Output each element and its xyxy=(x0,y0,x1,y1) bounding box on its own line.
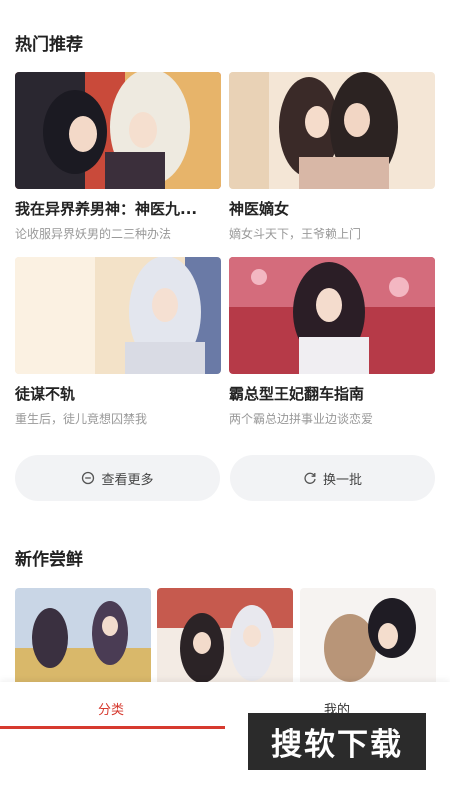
watermark-logo: 搜软下载 xyxy=(248,713,426,770)
comic-description: 论收服异界妖男的二三种办法 xyxy=(15,227,172,241)
comic-title[interactable]: 徒谋不轨 xyxy=(15,383,215,404)
comic-card[interactable]: 神医嫡女 嫡女斗天下，王爷赖上门 xyxy=(229,72,435,242)
comic-description: 两个霸总边拼事业边谈恋爱 xyxy=(229,412,374,426)
comic-card[interactable]: 我在异界养男神：神医九... 论收服异界妖男的二三种办法 xyxy=(15,72,221,242)
comic-description: 嫡女斗天下，王爷赖上门 xyxy=(229,227,362,241)
refresh-label: 换一批 xyxy=(322,472,362,488)
comic-title[interactable]: 霸总型王妃翻车指南 xyxy=(229,383,429,404)
comic-cover-image[interactable] xyxy=(229,72,435,189)
new-comic-cover[interactable] xyxy=(157,588,293,688)
view-more-label: 查看更多 xyxy=(101,472,154,488)
tab-category[interactable]: 分类 xyxy=(98,699,124,718)
comic-title[interactable]: 我在异界养男神：神医九... xyxy=(15,198,215,219)
active-tab-indicator xyxy=(0,726,225,729)
new-comic-cover[interactable] xyxy=(15,588,151,688)
comic-title[interactable]: 神医嫡女 xyxy=(229,198,429,219)
comic-description: 重生后，徒儿竟想囚禁我 xyxy=(15,412,148,426)
view-more-icon xyxy=(81,471,95,485)
refresh-icon xyxy=(303,471,317,485)
section-title-hot: 热门推荐 xyxy=(15,35,83,55)
comic-card[interactable]: 霸总型王妃翻车指南 两个霸总边拼事业边谈恋爱 xyxy=(229,257,435,427)
refresh-batch-button[interactable]: 换一批 xyxy=(230,455,435,501)
comic-cover-image[interactable] xyxy=(229,257,435,374)
section-title-new: 新作尝鲜 xyxy=(15,550,83,570)
view-more-button[interactable]: 查看更多 xyxy=(15,455,220,501)
comic-cover-image[interactable] xyxy=(15,257,221,374)
new-comic-cover[interactable] xyxy=(300,588,436,688)
comic-card[interactable]: 徒谋不轨 重生后，徒儿竟想囚禁我 xyxy=(15,257,221,427)
comic-cover-image[interactable] xyxy=(15,72,221,189)
